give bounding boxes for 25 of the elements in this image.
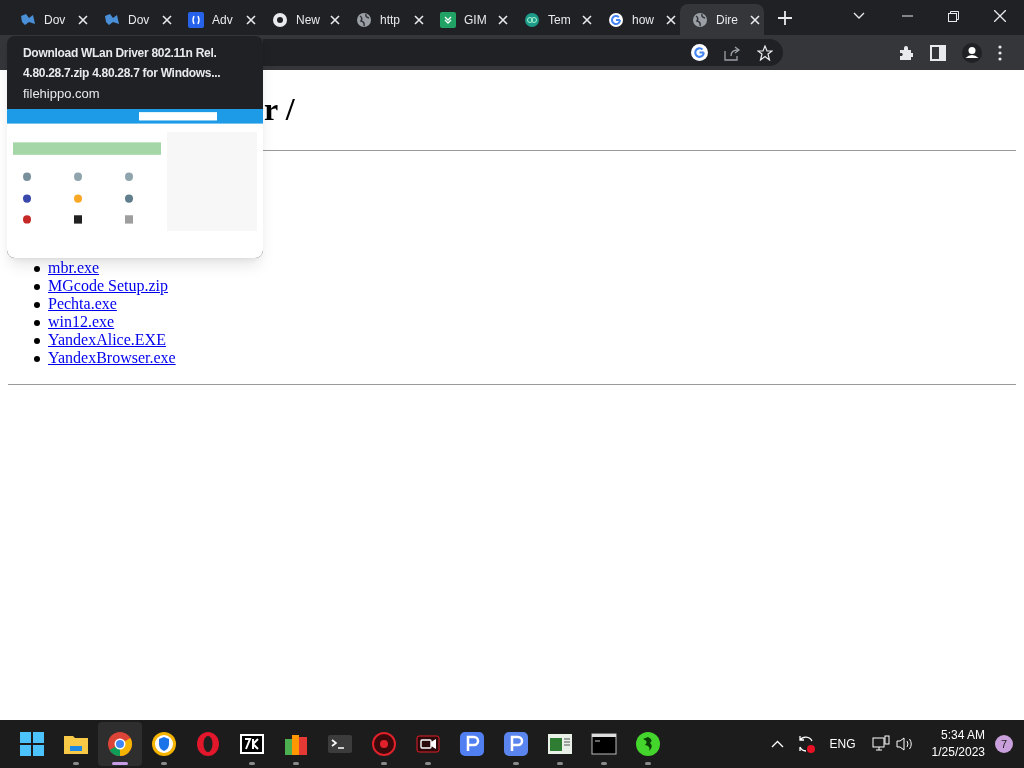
browser-tab[interactable]: Dov <box>92 4 176 35</box>
tab-title: New <box>296 11 321 29</box>
tab-title: Tem <box>548 11 572 29</box>
browser-tab[interactable]: how <box>596 4 680 35</box>
tab-title: Adv <box>212 11 234 29</box>
tab-title: Dov <box>44 11 67 29</box>
language-indicator[interactable]: ENG <box>829 735 856 753</box>
clock-time[interactable]: 5:34 AM <box>940 727 985 744</box>
tab-title: how <box>632 11 655 29</box>
tab-title: http <box>380 11 401 29</box>
clock-date[interactable]: 1/25/2023 <box>931 744 985 761</box>
browser-tab[interactable]: Tem <box>512 4 596 35</box>
preview-domain: filehippo.com <box>23 85 101 103</box>
browser-tab[interactable]: Dire <box>680 4 764 35</box>
tab-title: Dov <box>128 11 151 29</box>
browser-tab[interactable]: http <box>344 4 428 35</box>
preview-title: Download WLan Driver 802.11n Rel. 4.80.28.7.zip 4.80.28.7 for Windows... <box>23 45 222 82</box>
browser-tab[interactable]: New <box>260 4 344 35</box>
tab-title: GIM <box>464 11 488 29</box>
page-heading: r / <box>264 91 295 128</box>
browser-tab[interactable]: Dov <box>8 4 92 35</box>
browser-tab[interactable]: GIM <box>428 4 512 35</box>
notification-badge[interactable]: 7 <box>995 735 1013 753</box>
tab-title: Dire <box>716 11 739 29</box>
browser-tab[interactable]: Adv <box>176 4 260 35</box>
